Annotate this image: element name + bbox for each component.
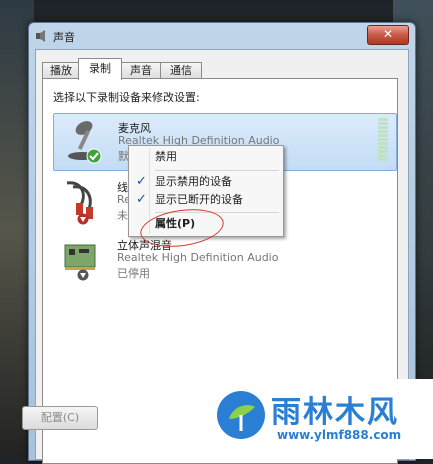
tab-recording[interactable]: 录制	[78, 58, 122, 80]
instruction-text: 选择以下录制设备来修改设置:	[53, 91, 200, 104]
level-meter	[378, 118, 388, 162]
device-driver: Realtek High Definition Audio	[117, 251, 279, 264]
close-button[interactable]: ✕	[367, 25, 409, 45]
device-status: 已停用	[117, 267, 150, 280]
tab-sounds[interactable]: 声音	[120, 62, 162, 79]
menu-item-label: 禁用	[155, 150, 177, 163]
menu-separator	[155, 170, 279, 171]
unplugged-icon	[77, 213, 89, 225]
configure-button[interactable]: 配置(C)	[22, 406, 98, 430]
watermark-title: 雨林木风	[271, 395, 399, 430]
menu-item-label: 显示禁用的设备	[155, 175, 232, 188]
watermark-logo: 雨林木风 www.ylmf888.com	[205, 379, 433, 459]
tab-communications[interactable]: 通信	[160, 62, 202, 79]
watermark-url: www.ylmf888.com	[277, 428, 402, 442]
device-item-stereo-mix[interactable]: 立体声混音 Realtek High Definition Audio 已停用	[53, 231, 395, 287]
disabled-icon	[77, 269, 89, 281]
tab-playback[interactable]: 播放	[42, 62, 80, 79]
leaf-logo-icon	[217, 391, 265, 439]
check-icon: ✓	[136, 174, 147, 189]
default-check-icon	[86, 148, 102, 164]
menu-item-label: 显示已断开的设备	[155, 193, 243, 206]
check-icon: ✓	[136, 192, 147, 207]
menu-item-show-disconnected[interactable]: ✓ 显示已断开的设备	[131, 191, 279, 209]
title-bar[interactable]: 声音 ✕	[29, 23, 415, 49]
menu-item-disable[interactable]: 禁用	[131, 148, 279, 166]
menu-item-show-disabled[interactable]: ✓ 显示禁用的设备	[131, 173, 279, 191]
speaker-icon	[36, 30, 45, 42]
close-icon: ✕	[382, 27, 394, 41]
window-title: 声音	[53, 31, 75, 44]
